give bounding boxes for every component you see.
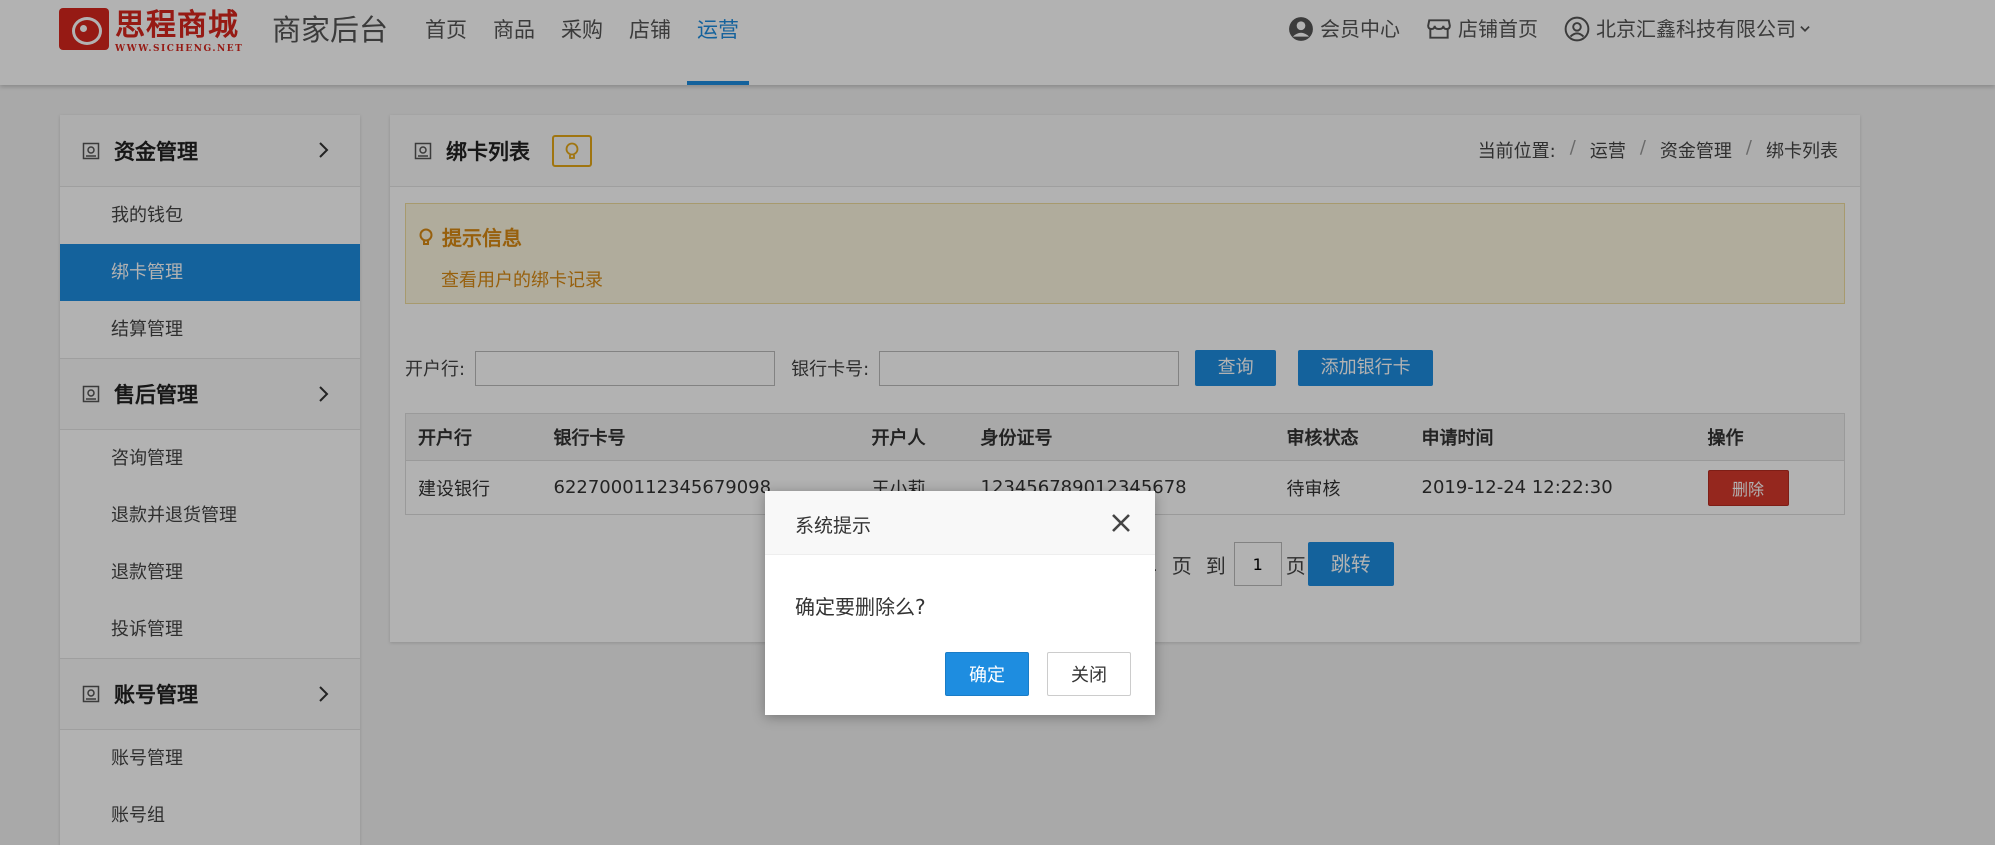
dialog-title: 系统提示 bbox=[795, 515, 872, 537]
confirm-dialog: 系统提示 确定要删除么? 确定 关闭 bbox=[765, 491, 1155, 715]
close-button[interactable]: 关闭 bbox=[1047, 652, 1131, 696]
dialog-message: 确定要删除么? bbox=[795, 595, 926, 619]
dialog-header: 系统提示 bbox=[765, 491, 1155, 555]
modal-overlay[interactable] bbox=[0, 0, 1995, 845]
confirm-button[interactable]: 确定 bbox=[945, 652, 1029, 696]
close-icon[interactable] bbox=[1109, 511, 1133, 535]
